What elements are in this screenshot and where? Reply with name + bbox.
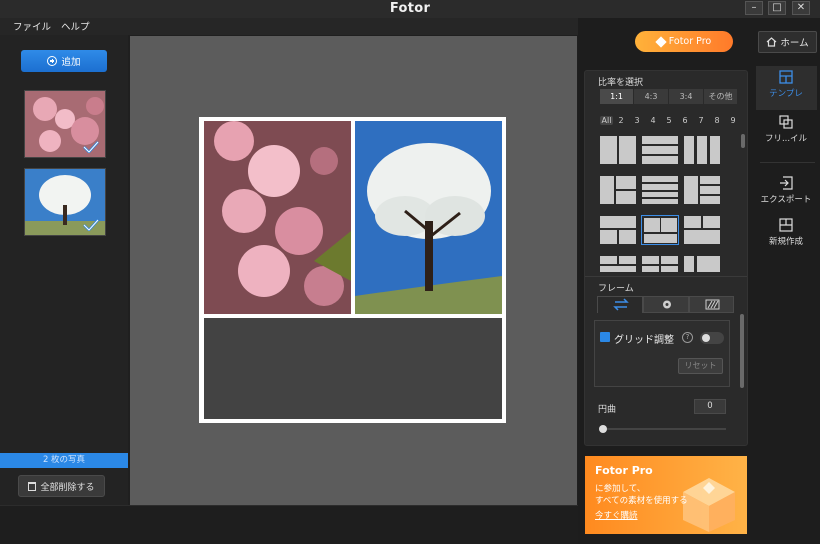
count-tab-all[interactable]: All bbox=[600, 116, 613, 125]
fotor-pro-button[interactable]: Fotor Pro bbox=[635, 31, 733, 52]
sidenav-divider bbox=[760, 162, 815, 163]
collage-cell-blossom[interactable] bbox=[204, 121, 351, 314]
ratio-tab-other[interactable]: その他 bbox=[704, 89, 737, 104]
add-photo-label: 追加 bbox=[61, 57, 81, 68]
ratio-heading: 比率を選択 bbox=[598, 78, 644, 88]
template-layout-5[interactable] bbox=[642, 176, 678, 204]
menu-file[interactable]: ファイル bbox=[13, 19, 51, 33]
delete-all-button[interactable]: 全部削除する bbox=[18, 475, 105, 497]
frame-tab-shape[interactable] bbox=[643, 296, 689, 313]
template-layout-10[interactable] bbox=[600, 256, 636, 272]
promo-line-2: すべての素材を使用する bbox=[595, 496, 688, 506]
photo-thumbnail-blossom[interactable] bbox=[24, 90, 106, 158]
frame-tab-pattern[interactable] bbox=[689, 296, 734, 313]
curve-slider-track[interactable] bbox=[602, 428, 726, 430]
grid-adjust-toggle[interactable] bbox=[700, 332, 724, 344]
new-collage-icon bbox=[779, 218, 793, 232]
template-layout-7[interactable] bbox=[600, 216, 636, 244]
maximize-button[interactable]: □ bbox=[768, 1, 786, 15]
promo-subscribe-link[interactable]: 今すぐ購読 bbox=[595, 509, 638, 521]
photo-thumbnail-tree[interactable] bbox=[24, 168, 106, 236]
count-tab-3[interactable]: 3 bbox=[632, 116, 642, 125]
close-button[interactable]: ✕ bbox=[792, 1, 810, 15]
grid-adjust-label: グリッド調整 bbox=[614, 335, 674, 346]
count-tab-6[interactable]: 6 bbox=[680, 116, 690, 125]
sidenav-template[interactable]: テンプレ bbox=[755, 70, 817, 99]
diamond-icon bbox=[655, 35, 667, 48]
sidenav-new-label: 新規作成 bbox=[768, 237, 803, 247]
frame-heading: フレーム bbox=[598, 284, 634, 294]
collage-cell-empty[interactable] bbox=[204, 318, 502, 419]
promo-title: Fotor Pro bbox=[595, 464, 653, 477]
count-tab-9[interactable]: 9 bbox=[728, 116, 738, 125]
template-layout-8-selected[interactable] bbox=[641, 215, 679, 245]
minimize-button[interactable]: – bbox=[745, 1, 763, 15]
help-icon[interactable]: ? bbox=[682, 332, 693, 343]
trash-icon bbox=[28, 481, 37, 491]
check-icon bbox=[83, 141, 99, 153]
count-tab-2[interactable]: 2 bbox=[616, 116, 626, 125]
sidenav-export[interactable]: エクスポート bbox=[755, 176, 817, 205]
shield-icon bbox=[600, 332, 610, 342]
template-layout-1[interactable] bbox=[600, 136, 636, 164]
flower-icon bbox=[663, 300, 671, 309]
blossom-photo bbox=[204, 121, 351, 314]
template-layout-3[interactable] bbox=[684, 136, 720, 164]
count-tab-8[interactable]: 8 bbox=[712, 116, 722, 125]
divider bbox=[585, 276, 747, 277]
fotor-pro-label: Fotor Pro bbox=[668, 36, 712, 47]
plus-circle-icon bbox=[47, 56, 58, 66]
curve-slider-handle[interactable] bbox=[599, 425, 607, 433]
add-photo-button[interactable]: 追加 bbox=[21, 50, 107, 72]
template-layout-12[interactable] bbox=[684, 256, 720, 272]
reset-button[interactable]: リセット bbox=[678, 358, 723, 374]
template-icon bbox=[779, 70, 793, 84]
curve-value-input[interactable]: 0 bbox=[694, 399, 726, 414]
frame-tab-adjust[interactable] bbox=[597, 296, 643, 313]
template-layout-4[interactable] bbox=[600, 176, 636, 204]
frame-scrollbar[interactable] bbox=[740, 314, 744, 388]
count-tab-7[interactable]: 7 bbox=[696, 116, 706, 125]
menu-help[interactable]: ヘルプ bbox=[61, 19, 90, 33]
sidenav-new[interactable]: 新規作成 bbox=[755, 218, 817, 247]
home-icon bbox=[766, 37, 777, 47]
delete-all-label: 全部削除する bbox=[40, 482, 95, 493]
sidenav-freestyle-label: フリ...イル bbox=[764, 134, 808, 144]
count-tab-5[interactable]: 5 bbox=[664, 116, 674, 125]
template-layout-2[interactable] bbox=[642, 136, 678, 164]
promo-line-1: に参加して、 bbox=[595, 484, 646, 494]
template-layout-6[interactable] bbox=[684, 176, 720, 204]
curve-label: 円曲 bbox=[598, 405, 617, 415]
export-icon bbox=[780, 176, 793, 190]
ratio-tab-1-1[interactable]: 1:1 bbox=[600, 89, 633, 104]
freestyle-icon bbox=[779, 115, 793, 129]
ratio-tab-3-4[interactable]: 3:4 bbox=[669, 89, 703, 104]
check-icon bbox=[83, 219, 99, 231]
home-button[interactable]: ホーム bbox=[758, 31, 817, 53]
collage-cell-tree[interactable] bbox=[355, 121, 502, 314]
photo-count-bar: 2 枚の写真 bbox=[0, 453, 128, 468]
sidenav-freestyle[interactable]: フリ...イル bbox=[755, 115, 817, 144]
template-layout-9[interactable] bbox=[684, 216, 720, 244]
swap-arrows-icon bbox=[613, 298, 629, 311]
sidenav-export-label: エクスポート bbox=[760, 195, 812, 205]
template-scrollbar[interactable] bbox=[741, 134, 745, 148]
ratio-tab-4-3[interactable]: 4:3 bbox=[634, 89, 668, 104]
texture-icon bbox=[705, 299, 720, 310]
home-label: ホーム bbox=[780, 38, 809, 49]
sidenav-template-label: テンプレ bbox=[769, 89, 803, 99]
pro-promo-banner[interactable]: Fotor Pro に参加して、 すべての素材を使用する 今すぐ購読 bbox=[585, 456, 747, 534]
app-title: Fotor bbox=[389, 1, 431, 16]
tree-photo bbox=[355, 121, 502, 314]
template-layout-11[interactable] bbox=[642, 256, 678, 272]
count-tab-4[interactable]: 4 bbox=[648, 116, 658, 125]
